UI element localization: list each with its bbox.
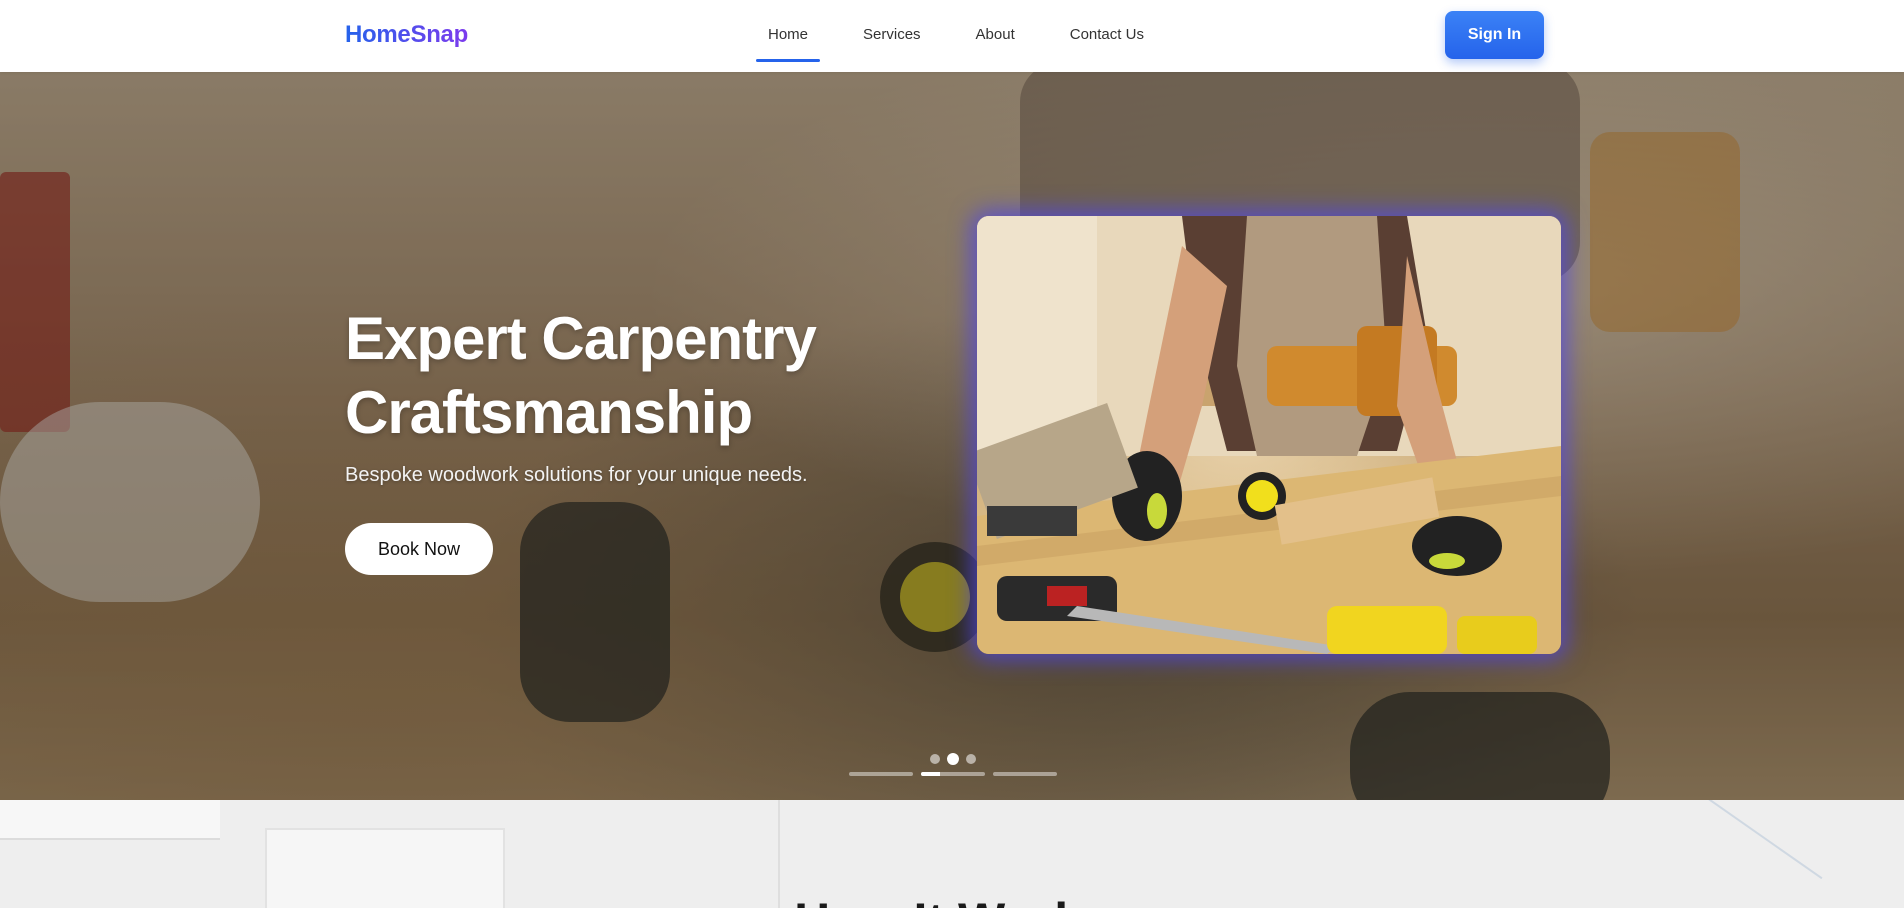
carousel-progress-bar-3[interactable] bbox=[993, 772, 1057, 776]
background-decor bbox=[0, 800, 220, 840]
background-decor bbox=[1657, 800, 1823, 880]
hero-title: Expert Carpentry Craftsmanship bbox=[345, 302, 945, 450]
brand-logo[interactable]: HomeSnap bbox=[345, 21, 468, 49]
hero-title-line1: Expert Carpentry bbox=[345, 305, 817, 372]
carousel-dot-1[interactable] bbox=[930, 754, 940, 764]
how-it-works-title: How It Works bbox=[0, 892, 1904, 908]
how-it-works-section: How It Works bbox=[0, 800, 1904, 908]
top-navbar: HomeSnap Home Services About Contact Us … bbox=[0, 0, 1904, 72]
hero-title-line2: Craftsmanship bbox=[345, 379, 753, 446]
nav-link-home[interactable]: Home bbox=[756, 0, 821, 72]
hero-overlay bbox=[0, 72, 1904, 800]
sign-in-button[interactable]: Sign In bbox=[1445, 11, 1544, 59]
book-now-button[interactable]: Book Now bbox=[345, 523, 493, 575]
carousel-dot-3[interactable] bbox=[966, 754, 976, 764]
hero-image-card bbox=[977, 216, 1561, 654]
nav-link-services[interactable]: Services bbox=[851, 0, 933, 72]
main-nav: Home Services About Contact Us bbox=[756, 0, 1187, 72]
nav-link-contact[interactable]: Contact Us bbox=[1058, 0, 1156, 72]
carousel-dots bbox=[930, 753, 976, 765]
carpenter-workbench-photo-icon bbox=[977, 216, 1561, 654]
progress-fill-2 bbox=[921, 772, 941, 776]
carousel-progress-bar-1[interactable] bbox=[849, 772, 913, 776]
nav-link-about[interactable]: About bbox=[964, 0, 1027, 72]
hero-section: Expert Carpentry Craftsmanship Bespoke w… bbox=[0, 72, 1904, 800]
carousel-progress bbox=[849, 772, 1057, 776]
hero-subtitle: Bespoke woodwork solutions for your uniq… bbox=[345, 464, 808, 486]
carousel-progress-bar-2[interactable] bbox=[921, 772, 985, 776]
carousel-dot-2[interactable] bbox=[947, 753, 959, 765]
